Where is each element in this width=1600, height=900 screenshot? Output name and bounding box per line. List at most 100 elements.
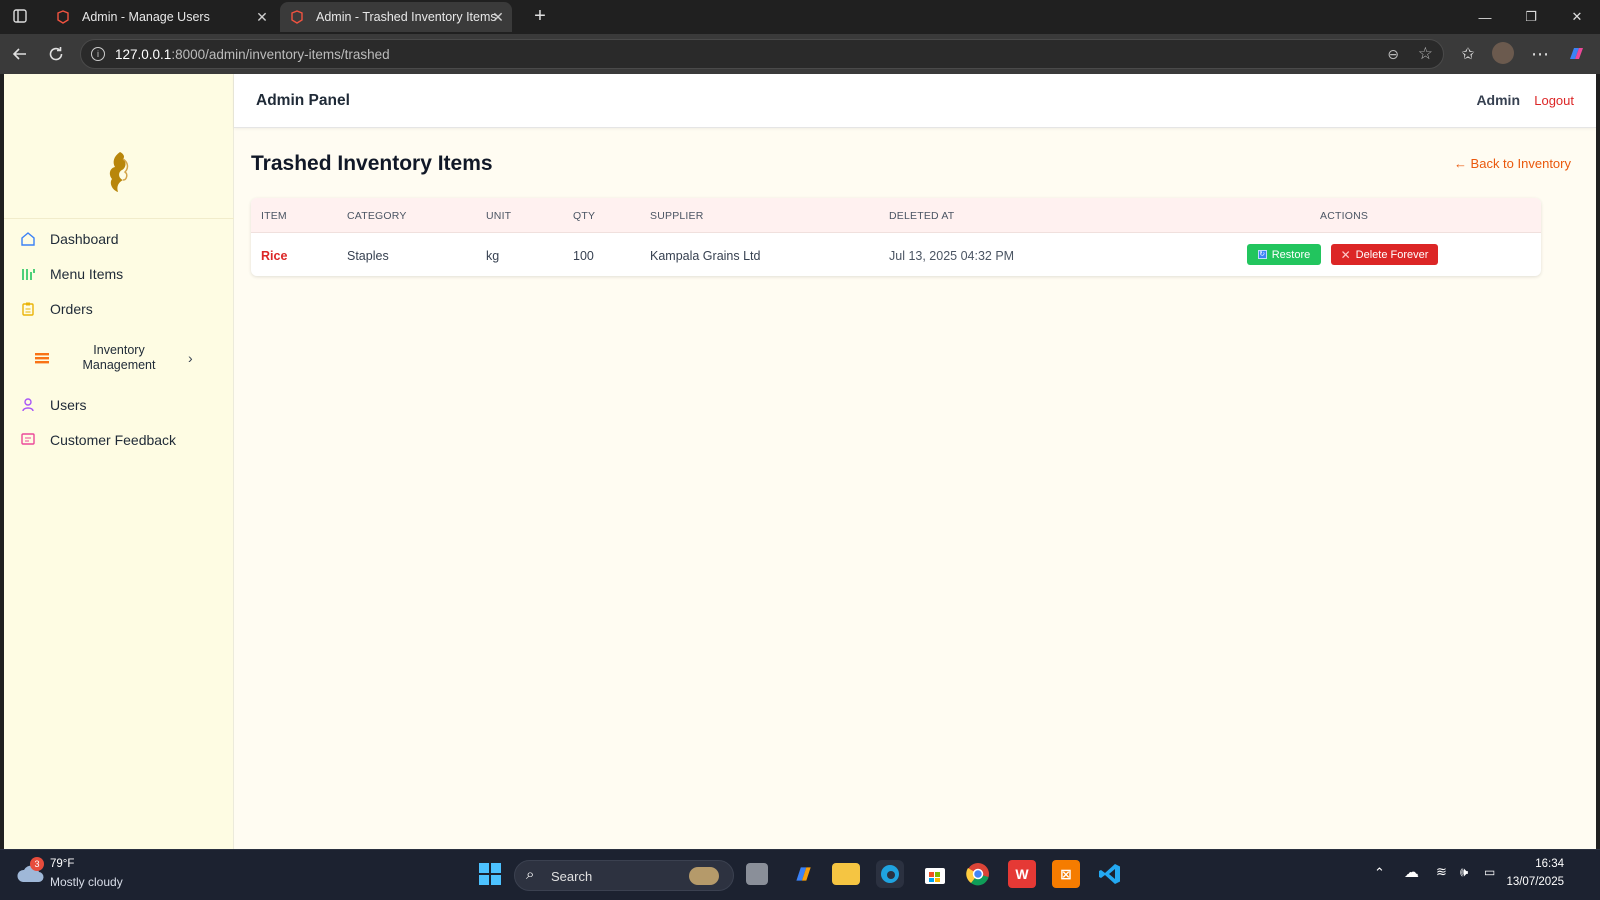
profile-avatar[interactable] xyxy=(1492,42,1514,64)
menu-bars-icon xyxy=(20,266,36,282)
tab-trashed-inventory[interactable]: Admin - Trashed Inventory Items ✕ xyxy=(280,2,512,32)
tab-manage-users[interactable]: Admin - Manage Users ✕ xyxy=(46,2,274,32)
url-text[interactable]: 127.0.0.1:8000/admin/inventory-items/tra… xyxy=(115,47,390,62)
weather-condition: Mostly cloudy xyxy=(50,875,123,889)
file-explorer-icon[interactable] xyxy=(832,863,860,885)
minimize-icon[interactable]: — xyxy=(1462,0,1508,34)
panel-title: Admin Panel xyxy=(256,92,350,109)
brand-logo-icon xyxy=(109,152,129,192)
column-header-actions: ACTIONS xyxy=(1320,210,1369,222)
back-to-inventory-link[interactable]: ← Back to Inventory xyxy=(1454,156,1571,171)
wps-office-icon[interactable]: W xyxy=(1008,860,1036,888)
column-header-category: CATEGORY xyxy=(347,210,407,222)
vscode-icon[interactable] xyxy=(1096,860,1124,888)
sidebar-item-inventory-management[interactable]: Inventory Management › xyxy=(20,340,220,376)
column-header-qty: QTY xyxy=(573,210,596,222)
restore-button[interactable]: ↻ Restore xyxy=(1247,244,1321,265)
battery-icon[interactable]: ▭ xyxy=(1484,865,1495,879)
restore-icon: ↻ xyxy=(1257,250,1267,259)
chevron-right-icon[interactable]: › xyxy=(188,350,193,366)
weather-widget[interactable]: 3 xyxy=(16,857,46,888)
sidebar-item-label: Orders xyxy=(50,301,93,317)
search-highlight-icon xyxy=(689,867,719,885)
item-supplier: Kampala Grains Ltd xyxy=(650,249,761,263)
column-header-item: ITEM xyxy=(261,210,287,222)
item-name[interactable]: Rice xyxy=(261,249,287,263)
search-placeholder: Search xyxy=(551,869,593,884)
search-icon: ⌕ xyxy=(526,866,535,883)
address-bar[interactable]: i 127.0.0.1:8000/admin/inventory-items/t… xyxy=(80,39,1444,69)
clock-time[interactable]: 16:34 xyxy=(1535,858,1564,870)
tray-chevron-icon[interactable]: ⌃ xyxy=(1374,865,1385,881)
copilot-app-icon[interactable] xyxy=(789,860,817,888)
logout-link[interactable]: Logout xyxy=(1534,93,1574,108)
sidebar-item-label: Customer Feedback xyxy=(50,432,177,448)
more-options-icon[interactable]: ⋯ xyxy=(1528,42,1552,66)
volume-icon[interactable]: 🕪 xyxy=(1460,864,1468,880)
home-icon xyxy=(20,231,36,247)
zoom-icon[interactable]: ⊖ xyxy=(1387,46,1399,63)
weather-badge: 3 xyxy=(30,857,44,871)
sidebar-item-dashboard[interactable]: Dashboard xyxy=(20,224,220,254)
current-user-name: Admin xyxy=(1476,92,1520,108)
stack-icon xyxy=(34,350,50,366)
tab-actions-icon[interactable] xyxy=(8,4,32,28)
browser-toolbar: i 127.0.0.1:8000/admin/inventory-items/t… xyxy=(0,34,1600,74)
windows-taskbar: 3 79°F Mostly cloudy ⌕ Search W ⊠ ⌃ ☁ ≋ … xyxy=(0,849,1600,900)
tab-title: Admin - Trashed Inventory Items xyxy=(316,10,497,24)
column-header-supplier: SUPPLIER xyxy=(650,210,704,222)
microsoft-store-icon[interactable] xyxy=(921,860,949,888)
item-deleted-at: Jul 13, 2025 04:32 PM xyxy=(889,249,1015,263)
page-title: Trashed Inventory Items xyxy=(251,152,493,175)
laravel-icon xyxy=(57,10,69,24)
trashed-items-table: ITEM CATEGORY UNIT QTY SUPPLIER DELETED … xyxy=(251,198,1541,276)
task-view-icon[interactable] xyxy=(746,863,768,885)
sidebar-item-label: Inventory Management xyxy=(82,343,156,372)
xampp-icon[interactable]: ⊠ xyxy=(1052,860,1080,888)
favorites-icon[interactable]: ✩ xyxy=(1456,42,1480,66)
sidebar-item-label: Menu Items xyxy=(50,266,124,282)
new-tab-icon[interactable]: + xyxy=(528,4,552,28)
chrome-icon[interactable] xyxy=(964,860,992,888)
sidebar-item-customer-feedback[interactable]: Customer Feedback xyxy=(20,425,220,455)
item-unit: kg xyxy=(486,249,500,263)
restore-button-label: Restore xyxy=(1271,248,1311,261)
favorite-star-icon[interactable]: ☆ xyxy=(1418,44,1433,64)
close-tab-icon[interactable]: ✕ xyxy=(252,9,272,26)
copilot-icon[interactable] xyxy=(1564,42,1588,66)
sidebar: Dashboard Menu Items Orders Inventory Ma… xyxy=(4,74,234,849)
laravel-icon xyxy=(291,10,303,24)
page-content: Dashboard Menu Items Orders Inventory Ma… xyxy=(4,74,1596,849)
admin-header: Admin Panel Admin Logout xyxy=(234,74,1596,128)
browser-tab-bar: Admin - Manage Users ✕ Admin - Trashed I… xyxy=(0,0,1600,34)
delete-forever-button[interactable]: ✕ Delete Forever xyxy=(1331,244,1438,265)
chat-icon xyxy=(20,432,36,448)
back-icon[interactable] xyxy=(8,42,32,66)
windows-start-icon[interactable] xyxy=(476,860,504,888)
close-tab-icon[interactable]: ✕ xyxy=(488,9,508,26)
weather-temperature: 79°F xyxy=(50,858,75,870)
item-qty: 100 xyxy=(573,249,594,263)
restore-window-icon[interactable]: ❐ xyxy=(1508,0,1554,34)
onedrive-icon[interactable]: ☁ xyxy=(1404,863,1419,881)
wifi-icon[interactable]: ≋ xyxy=(1436,864,1447,880)
delete-forever-button-label: Delete Forever xyxy=(1355,248,1429,261)
clipboard-icon xyxy=(20,301,36,317)
url-path: :8000/admin/inventory-items/trashed xyxy=(171,47,390,62)
taskbar-search[interactable]: ⌕ Search xyxy=(514,860,734,891)
edge-browser-icon[interactable] xyxy=(876,860,904,888)
close-icon: ✕ xyxy=(1340,247,1351,262)
logo-area xyxy=(4,74,234,219)
sidebar-item-users[interactable]: Users xyxy=(20,390,220,420)
column-header-unit: UNIT xyxy=(486,210,512,222)
refresh-icon[interactable] xyxy=(44,42,68,66)
close-window-icon[interactable]: ✕ xyxy=(1554,0,1600,34)
clock-date[interactable]: 13/07/2025 xyxy=(1506,876,1564,888)
site-info-icon[interactable]: i xyxy=(91,47,105,61)
user-icon xyxy=(20,397,36,413)
sidebar-item-label: Dashboard xyxy=(50,231,119,247)
sidebar-item-menu-items[interactable]: Menu Items xyxy=(20,259,220,289)
tab-title: Admin - Manage Users xyxy=(82,10,210,24)
item-category: Staples xyxy=(347,249,389,263)
sidebar-item-orders[interactable]: Orders xyxy=(20,294,220,324)
